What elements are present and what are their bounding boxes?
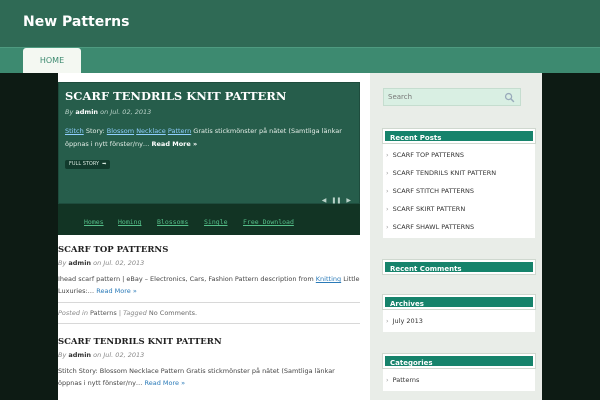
right-arrow-icon: › [386, 205, 389, 213]
archives-title: Archives [382, 294, 536, 310]
right-arrow-icon: › [386, 317, 389, 325]
recent-comments-widget: Recent Comments [382, 259, 536, 275]
post-scarf-top-patterns: SCARF TOP PATTERNS By admin on Jul. 02, … [58, 245, 360, 297]
post-excerpt-text: Stitch Story: Blossom Necklace Pattern G… [58, 367, 335, 387]
recent-comments-title: Recent Comments [382, 259, 536, 275]
recent-post-label: SCARF STITCH PATTERNS [392, 187, 475, 195]
post-read-more[interactable]: Read More » [145, 379, 186, 387]
featured-date: Jul. 02, 2013 [110, 108, 152, 116]
featured-link-stitch[interactable]: Stitch [65, 127, 84, 135]
featured-meta-on: on [100, 108, 109, 116]
full-story-label: FULL STORY [69, 161, 100, 167]
nav-home-tab[interactable]: HOME [23, 48, 81, 74]
featured-read-more[interactable]: Read More » [152, 140, 198, 148]
archive-item[interactable]: › July 2013 [383, 312, 535, 330]
post-meta-by: By [58, 351, 67, 359]
recent-posts-widget: Recent Posts › SCARF TOP PATTERNS › SCARF … [382, 128, 536, 238]
post-posted-in: Posted in [58, 309, 88, 317]
post-author[interactable]: admin [68, 259, 91, 267]
slider-prev-icon[interactable]: ◀ [322, 197, 327, 204]
archives-widget: Archives › July 2013 [382, 294, 536, 332]
right-arrow-icon: › [386, 376, 389, 384]
categories-title: Categories [382, 353, 536, 369]
featured-meta-by: By [65, 108, 74, 116]
category-item[interactable]: › Patterns [383, 371, 535, 389]
recent-post-item[interactable]: › SCARF TENDRILS KNIT PATTERN [383, 164, 535, 182]
post-excerpt-text: Ihead scarf pattern | eBay – Electronics… [58, 275, 314, 283]
featured-link-pattern[interactable]: Pattern [168, 127, 191, 135]
site-title[interactable]: New Patterns [23, 14, 129, 30]
recent-post-item[interactable]: › SCARF TOP PATTERNS [383, 146, 535, 164]
strip-link-homes[interactable]: Homes [84, 218, 104, 226]
post-comments-link[interactable]: No Comments. [149, 309, 197, 317]
main-nav: HOME [0, 47, 600, 74]
featured-link-blossom[interactable]: Blossom [107, 127, 134, 135]
strip-link-blossoms[interactable]: Blossoms [157, 218, 188, 226]
post-scarf-tendrils: SCARF TENDRILS KNIT PATTERN By admin on … [58, 337, 360, 389]
recent-posts-title: Recent Posts [382, 128, 536, 144]
featured-link-necklace[interactable]: Necklace [136, 127, 166, 135]
featured-title[interactable]: SCARF TENDRILS KNIT PATTERN [65, 89, 286, 103]
site-header: New Patterns [0, 0, 600, 47]
right-arrow-icon: › [386, 223, 389, 231]
post-meta-on: on [93, 351, 102, 359]
featured-excerpt: Stitch Story: Blossom Necklace Pattern G… [65, 125, 355, 151]
right-arrow-icon: › [386, 187, 389, 195]
recent-post-item[interactable]: › SCARF SKIRT PATTERN [383, 200, 535, 218]
post-title[interactable]: SCARF TOP PATTERNS [58, 245, 168, 255]
strip-link-free-download[interactable]: Free Download [243, 218, 294, 226]
featured-tag-strip: Homes Homing Blossoms Single Free Downlo… [58, 204, 360, 235]
post-meta: By admin on Jul. 02, 2013 [58, 351, 360, 359]
post-category-link[interactable]: Patterns [90, 309, 117, 317]
search-form [383, 88, 521, 106]
featured-meta: By admin on Jul. 02, 2013 [65, 108, 151, 116]
left-background [0, 73, 58, 400]
recent-post-item[interactable]: › SCARF STITCH PATTERNS [383, 182, 535, 200]
featured-story-label: Story: [85, 127, 105, 135]
featured-author[interactable]: admin [75, 108, 98, 116]
magnifier-icon[interactable] [504, 92, 515, 103]
recent-post-label: SCARF SHAWL PATTERNS [392, 223, 475, 231]
slider-controls: ◀ ❚❚ ▶ [322, 197, 351, 204]
post-excerpt: Stitch Story: Blossom Necklace Pattern G… [58, 365, 360, 389]
strip-link-homing[interactable]: Homing [118, 218, 141, 226]
right-arrow-icon: ➡ [102, 161, 107, 167]
category-label: Patterns [392, 376, 420, 384]
recent-post-item[interactable]: › SCARF SHAWL PATTERNS [383, 218, 535, 236]
featured-slider: SCARF TENDRILS KNIT PATTERN By admin on … [58, 82, 360, 204]
post-meta-by: By [58, 259, 67, 267]
sidebar: Recent Posts ›SCARF TOP PATTERNS ›SCARF … [370, 73, 542, 400]
post-excerpt-link[interactable]: Knitting [316, 275, 341, 283]
post-date: Jul. 02, 2013 [103, 259, 145, 267]
search-input[interactable] [384, 89, 494, 105]
recent-post-label: SCARF TOP PATTERNS [392, 151, 464, 159]
post-author[interactable]: admin [68, 351, 91, 359]
main-content: SCARF TENDRILS KNIT PATTERN By admin on … [58, 73, 370, 400]
slider-pause-icon[interactable]: ❚❚ [331, 197, 341, 204]
recent-post-label: SCARF SKIRT PATTERN [392, 205, 466, 213]
recent-post-label: SCARF TENDRILS KNIT PATTERN [392, 169, 497, 177]
post-date: Jul. 02, 2013 [103, 351, 145, 359]
archive-label: July 2013 [392, 317, 423, 325]
post-meta: By admin on Jul. 02, 2013 [58, 259, 360, 267]
right-arrow-icon: › [386, 169, 389, 177]
post-excerpt: Ihead scarf pattern | eBay – Electronics… [58, 273, 360, 297]
full-story-button[interactable]: FULL STORY ➡ [65, 160, 111, 169]
strip-link-single[interactable]: Single [204, 218, 227, 226]
post-tagged: | Tagged [118, 309, 147, 317]
slider-next-icon[interactable]: ▶ [346, 197, 351, 204]
right-arrow-icon: › [386, 151, 389, 159]
categories-widget: Categories › Patterns [382, 353, 536, 391]
post-title[interactable]: SCARF TENDRILS KNIT PATTERN [58, 337, 222, 347]
post-footer: Posted in Patterns | Tagged No Comments. [58, 302, 360, 324]
post-read-more[interactable]: Read More » [96, 287, 137, 295]
post-meta-on: on [93, 259, 102, 267]
right-background [542, 73, 600, 400]
